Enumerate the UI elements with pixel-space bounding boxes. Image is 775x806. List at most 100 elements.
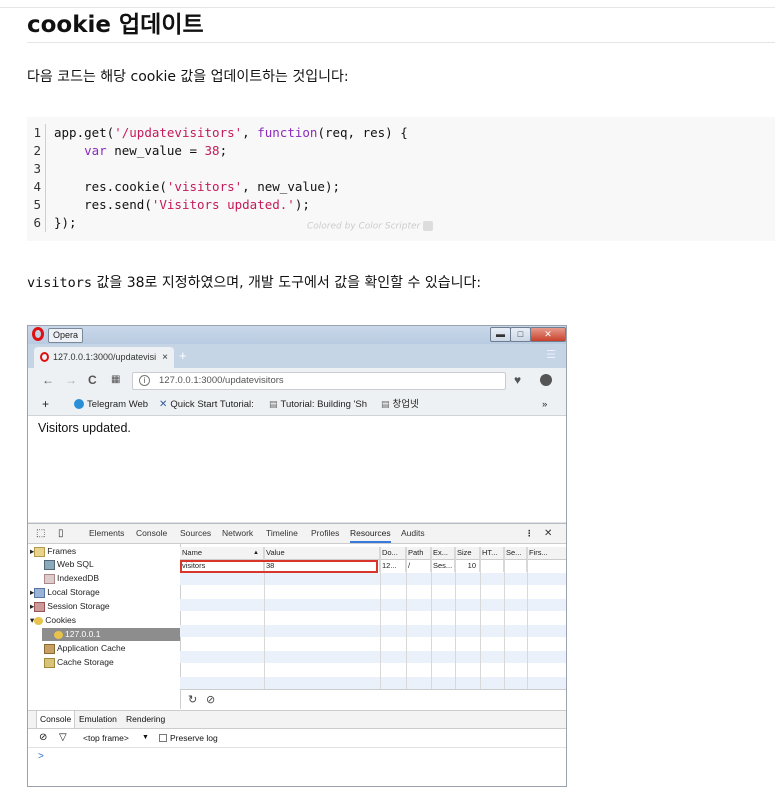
empty-row — [180, 573, 566, 585]
browser-screenshot: Opera ▬ □ ✕ 127.0.0.1:3000/updatevisi × … — [27, 325, 567, 787]
tree-item-cookie-host: 127.0.0.1 — [42, 628, 180, 641]
reload-icon: C — [88, 373, 97, 387]
tree-label: Local Storage — [47, 587, 100, 597]
tree-item-indexeddb: IndexedDB — [44, 572, 99, 585]
col-size: Size — [455, 547, 480, 559]
storage-grid-icon — [34, 601, 46, 612]
database-icon — [44, 573, 55, 584]
section-heading: cookie 업데이트 — [27, 12, 204, 38]
cookie-icon — [54, 630, 63, 639]
resources-tree: ▸ Frames Web SQL IndexedDB ▸ Local Storage… — [28, 544, 181, 709]
tree-item-cache-storage: Cache Storage — [44, 656, 114, 669]
line-number: 3 — [33, 161, 41, 176]
line-number: 1 — [33, 125, 41, 140]
panel-network: Network — [222, 528, 254, 538]
credit-text: Colored by Color Scripter — [307, 221, 421, 232]
bookmark-telegram: Telegram Web — [74, 394, 148, 415]
panel-elements: Elements — [89, 528, 125, 538]
code-string: 'visitors' — [166, 179, 243, 194]
maximize-icon: □ — [510, 327, 531, 342]
tab-close-icon: × — [162, 352, 168, 363]
cookies-grid: Name ▲ Value Do... Path Ex... Size HT...… — [180, 544, 566, 689]
clear-console-icon: ⊘ — [39, 732, 48, 743]
cell-domain: 12... — [380, 560, 406, 572]
col-name: Name — [180, 547, 264, 559]
tab-menu-icon: ☰ — [546, 349, 556, 361]
drawer-tabs: Console Emulation Rendering — [28, 711, 566, 729]
clear-icon: ⊘ — [206, 694, 216, 706]
panel-console: Console — [136, 528, 168, 538]
preserve-log-label: Preserve log — [170, 733, 218, 743]
code-block: 1 2 3 4 5 6 app.get('/updatevisitors', f… — [27, 117, 775, 241]
telegram-icon — [74, 399, 84, 410]
col-path: Path — [406, 547, 431, 559]
tab-bar: 127.0.0.1:3000/updatevisi × + ☰ — [28, 344, 566, 368]
more-options-icon: ⋮ — [525, 528, 534, 538]
bookmark-label: Tutorial: Building 'Sh — [280, 399, 367, 411]
page-content: Visitors updated. — [28, 416, 566, 522]
tree-item-frames: ▸ Frames — [30, 546, 77, 557]
code-token: res.cookie( — [84, 179, 167, 194]
column-divider — [480, 547, 481, 689]
code-line-1: app.get('/updatevisitors', function(req,… — [54, 124, 408, 142]
drawer-tab-rendering: Rendering — [126, 714, 166, 724]
color-scripter-icon — [423, 221, 434, 231]
code-token: , new_value); — [242, 179, 341, 194]
result-paragraph: visitors 값을 38로 지정하였으며, 개발 도구에서 값을 확인할 수… — [27, 273, 481, 293]
cell-size: 10 — [455, 560, 480, 572]
tree-label: Cookies — [45, 615, 76, 625]
forward-icon: → — [65, 373, 77, 387]
heading-underline — [27, 42, 775, 43]
column-divider — [527, 547, 528, 689]
cache-icon — [44, 643, 55, 654]
sort-ascending-icon: ▲ — [253, 550, 259, 556]
tree-item-app-cache: Application Cache — [44, 642, 126, 655]
panel-sources: Sources — [180, 528, 212, 538]
code-line-2: var new_value = 38; — [54, 142, 408, 160]
cell-http — [480, 560, 504, 572]
code-token: , — [242, 125, 258, 140]
column-divider — [431, 547, 432, 689]
col-expires: Ex... — [431, 547, 455, 559]
code-lines: app.get('/updatevisitors', function(req,… — [54, 124, 408, 232]
code-token: new_value = — [106, 143, 205, 158]
tree-label: Application Cache — [57, 643, 126, 653]
minimize-icon: ▬ — [490, 327, 511, 342]
bookmark-label: Telegram Web — [87, 399, 149, 410]
col-domain: Do... — [380, 547, 406, 559]
code-token: app.get( — [54, 125, 115, 140]
drawer-tab-emulation: Emulation — [79, 714, 117, 724]
bookmark-label: Quick Start Tutorial: — [170, 399, 254, 411]
line-number: 4 — [33, 179, 41, 194]
console-prompt: > — [38, 751, 44, 762]
color-scripter-credit[interactable]: Colored by Color Scripter — [307, 221, 434, 232]
inline-code: visitors — [27, 275, 93, 291]
page-icon: ▤ — [269, 399, 278, 409]
address-text: 127.0.0.1:3000/updatevisitors — [159, 375, 284, 386]
tree-item-session-storage: ▸ Session Storage — [30, 601, 110, 612]
code-token: res.send( — [84, 197, 152, 212]
window-titlebar: Opera ▬ □ ✕ — [28, 326, 566, 344]
col-secure: Se... — [504, 547, 527, 559]
cell-secure — [504, 560, 527, 572]
code-string: 'Visitors updated.' — [151, 197, 295, 212]
empty-row — [180, 677, 566, 689]
column-divider — [380, 547, 381, 689]
grid-footer: ↻ ⊘ — [180, 689, 566, 710]
address-bar: i 127.0.0.1:3000/updatevisitors — [132, 372, 506, 390]
line-number: 6 — [33, 215, 41, 230]
bookmarks-bar: + Telegram Web ✕ Quick Start Tutorial: ▤ T… — [28, 394, 566, 416]
line-number: 2 — [33, 143, 41, 158]
bookmark-tutorial: ▤ Tutorial: Building 'Sh — [269, 394, 367, 415]
code-token: (req, res) { — [317, 125, 408, 140]
account-icon — [540, 374, 552, 386]
code-number: 38 — [204, 143, 220, 158]
opera-favicon-icon — [40, 352, 49, 362]
cell-first-party — [527, 560, 566, 572]
new-tab-icon: + — [179, 348, 187, 363]
page-icon: ▤ — [381, 399, 390, 409]
tab-title: 127.0.0.1:3000/updatevisi — [53, 352, 157, 362]
panel-audits: Audits — [401, 528, 425, 538]
device-icon: ▯ — [58, 528, 64, 539]
